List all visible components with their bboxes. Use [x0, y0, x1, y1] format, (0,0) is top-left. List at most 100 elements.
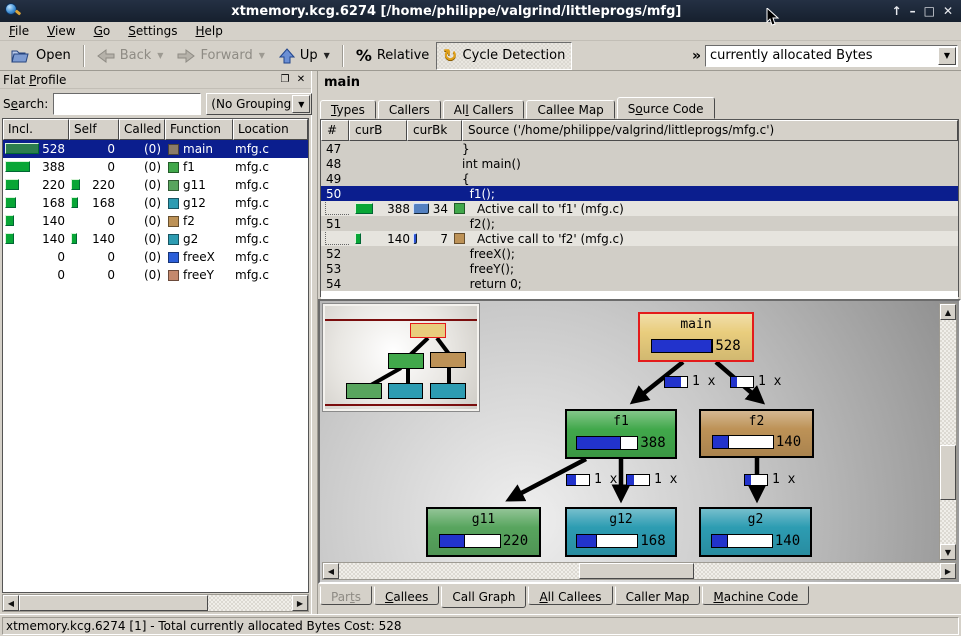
- cost-bar: [576, 436, 638, 450]
- tab-parts[interactable]: Parts: [320, 586, 372, 605]
- cost-bar: [5, 179, 19, 190]
- graph-node-g12[interactable]: g12 168: [565, 507, 677, 557]
- edge-label: 1 x: [626, 472, 677, 487]
- maximize-button[interactable]: □: [924, 2, 935, 20]
- back-button[interactable]: Back ▼: [90, 44, 171, 67]
- tab-callers[interactable]: Callers: [378, 100, 441, 119]
- call-graph-view[interactable]: main 528 f1 388 f2 140 g11 220 g12 168: [318, 299, 961, 584]
- scrollbar-thumb[interactable]: [579, 563, 694, 579]
- tab-callees[interactable]: Callees: [374, 586, 439, 605]
- tab-all-callees[interactable]: All Callees: [528, 586, 612, 605]
- column-header-incl[interactable]: Incl.: [3, 119, 69, 140]
- menu-file[interactable]: File: [0, 23, 38, 39]
- combo-arrow-icon[interactable]: ▼: [292, 95, 310, 113]
- source-line[interactable]: 48int main(): [321, 156, 958, 171]
- overview-node-main: [410, 323, 446, 338]
- column-header-curb[interactable]: curB: [349, 120, 407, 141]
- grouping-select[interactable]: (No Grouping) ▼: [206, 93, 312, 115]
- source-line[interactable]: 52 freeX();: [321, 246, 958, 261]
- minimize-button[interactable]: –: [910, 2, 916, 20]
- scroll-down-icon[interactable]: ▼: [940, 544, 956, 560]
- scroll-left-icon[interactable]: ◀: [323, 563, 339, 579]
- viewport-top-line: [325, 319, 477, 321]
- source-call-annotation[interactable]: 140 7 Active call to 'f2' (mfg.c): [321, 231, 958, 246]
- event-type-select[interactable]: currently allocated Bytes ▼: [705, 45, 958, 67]
- tab-source-code[interactable]: Source Code: [617, 97, 715, 119]
- table-row[interactable]: 528 0 (0) main mfg.c: [3, 140, 308, 158]
- source-call-annotation[interactable]: 388 34 Active call to 'f1' (mfg.c): [321, 201, 958, 216]
- tab-machine-code[interactable]: Machine Code: [702, 586, 809, 605]
- menu-settings[interactable]: Settings: [119, 23, 186, 39]
- graph-node-f2[interactable]: f2 140: [699, 409, 814, 458]
- source-line[interactable]: 47}: [321, 141, 958, 156]
- tab-types[interactable]: Types: [320, 100, 376, 119]
- horizontal-scrollbar[interactable]: ◀ ▶: [2, 594, 309, 612]
- graph-node-g11[interactable]: g11 220: [426, 507, 541, 557]
- source-line[interactable]: 53 freeY();: [321, 261, 958, 276]
- overview-node-g12: [388, 383, 423, 399]
- search-input[interactable]: [53, 93, 201, 115]
- cycle-detection-button[interactable]: ↺ Cycle Detection: [436, 42, 572, 70]
- table-row[interactable]: 168 168 (0) g12 mfg.c: [3, 194, 308, 212]
- forward-dropdown-icon[interactable]: ▼: [259, 51, 265, 60]
- column-header-called[interactable]: Called: [119, 119, 165, 140]
- column-header-line[interactable]: #: [321, 120, 349, 141]
- graph-node-g2[interactable]: g2 140: [699, 507, 812, 557]
- graph-overview-thumbnail[interactable]: [323, 304, 479, 411]
- tab-call-graph[interactable]: Call Graph: [441, 586, 526, 608]
- column-header-location[interactable]: Location: [233, 119, 308, 140]
- function-color-icon: [168, 180, 179, 191]
- scrollbar-thumb[interactable]: [19, 595, 208, 611]
- menu-go[interactable]: Go: [85, 23, 120, 39]
- up-button[interactable]: Up ▼: [272, 44, 337, 68]
- graph-node-f1[interactable]: f1 388: [565, 409, 677, 459]
- menu-help[interactable]: Help: [186, 23, 231, 39]
- status-bar: xtmemory.kcg.6274 [1] - Total currently …: [0, 614, 961, 636]
- table-row[interactable]: 0 0 (0) freeY mfg.c: [3, 266, 308, 284]
- scrollbar-thumb[interactable]: [940, 445, 956, 500]
- table-row[interactable]: 140 140 (0) g2 mfg.c: [3, 230, 308, 248]
- column-header-source[interactable]: Source ('/home/philippe/valgrind/littlep…: [462, 120, 958, 141]
- table-row[interactable]: 140 0 (0) f2 mfg.c: [3, 212, 308, 230]
- forward-button[interactable]: Forward ▼: [170, 44, 271, 67]
- toolbar-overflow-button[interactable]: »: [688, 48, 705, 64]
- close-dock-button[interactable]: ✕: [294, 73, 308, 87]
- column-header-function[interactable]: Function: [165, 119, 233, 140]
- tab-caller-map[interactable]: Caller Map: [615, 586, 701, 605]
- graph-node-main[interactable]: main 528: [638, 312, 754, 362]
- source-line[interactable]: 54 return 0;: [321, 276, 958, 291]
- scroll-right-icon[interactable]: ▶: [940, 563, 956, 579]
- tab-callee-map[interactable]: Callee Map: [526, 100, 614, 119]
- tab-all-callers[interactable]: All Callers: [443, 100, 525, 119]
- shade-button[interactable]: ↑: [892, 2, 902, 20]
- column-header-curbk[interactable]: curBk: [407, 120, 462, 141]
- float-dock-button[interactable]: ❐: [278, 73, 292, 87]
- scroll-up-icon[interactable]: ▲: [940, 304, 956, 320]
- function-color-icon: [454, 233, 465, 244]
- dock-header[interactable]: Flat Profile ❐ ✕: [0, 71, 311, 89]
- close-button[interactable]: ✕: [943, 2, 953, 20]
- viewport-bottom-line: [325, 404, 477, 406]
- column-header-self[interactable]: Self: [69, 119, 119, 140]
- back-dropdown-icon[interactable]: ▼: [157, 51, 163, 60]
- open-button[interactable]: Open: [4, 44, 78, 68]
- table-row[interactable]: 220 220 (0) g11 mfg.c: [3, 176, 308, 194]
- horizontal-scrollbar[interactable]: ◀ ▶: [322, 562, 957, 580]
- source-line[interactable]: 49{: [321, 171, 958, 186]
- vertical-scrollbar[interactable]: ▲ ▼: [939, 303, 957, 561]
- scroll-right-icon[interactable]: ▶: [292, 595, 308, 611]
- table-row[interactable]: 388 0 (0) f1 mfg.c: [3, 158, 308, 176]
- panel-splitter[interactable]: [311, 71, 318, 614]
- relative-toggle-button[interactable]: % Relative: [349, 42, 436, 69]
- scroll-left-icon[interactable]: ◀: [3, 595, 19, 611]
- toolbar-separator: [83, 45, 85, 67]
- up-dropdown-icon[interactable]: ▼: [324, 51, 330, 60]
- forward-arrow-icon: [177, 49, 195, 63]
- title-bar[interactable]: xtmemory.kcg.6274 [/home/philippe/valgri…: [0, 0, 961, 22]
- source-line-selected[interactable]: 50 f1();: [321, 186, 958, 201]
- cost-bar: [5, 215, 14, 226]
- source-line[interactable]: 51 f2();: [321, 216, 958, 231]
- combo-arrow-icon[interactable]: ▼: [938, 47, 956, 65]
- menu-view[interactable]: View: [38, 23, 84, 39]
- table-row[interactable]: 0 0 (0) freeX mfg.c: [3, 248, 308, 266]
